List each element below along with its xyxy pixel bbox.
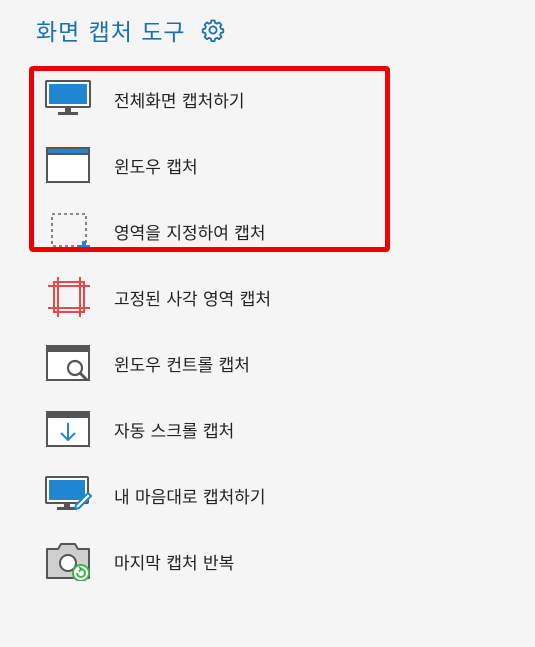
menu-item-fullscreen-capture[interactable]: 전체화면 캡처하기 bbox=[40, 66, 400, 132]
header: 화면 캡처 도구 bbox=[36, 12, 226, 48]
menu-item-window-control-capture[interactable]: 윈도우 컨트롤 캡처 bbox=[40, 330, 400, 396]
gear-icon[interactable] bbox=[200, 17, 226, 43]
menu-item-region-capture[interactable]: 영역을 지정하여 캡처 bbox=[40, 198, 400, 264]
menu-item-label: 영역을 지정하여 캡처 bbox=[114, 224, 266, 244]
capture-menu: 전체화면 캡처하기 윈도우 캡처 영역을 지정하여 캡처 고정된 사각 영역 캡… bbox=[40, 66, 400, 594]
menu-item-repeat-capture[interactable]: 마지막 캡처 반복 bbox=[40, 528, 400, 594]
menu-item-freehand-capture[interactable]: 내 마음대로 캡처하기 bbox=[40, 462, 400, 528]
menu-item-auto-scroll-capture[interactable]: 자동 스크롤 캡처 bbox=[40, 396, 400, 462]
menu-item-fixed-rect-capture[interactable]: 고정된 사각 영역 캡처 bbox=[40, 264, 400, 330]
menu-item-label: 마지막 캡처 반복 bbox=[114, 554, 235, 574]
menu-item-label: 전체화면 캡처하기 bbox=[114, 92, 245, 112]
repeat-capture-icon bbox=[44, 541, 92, 582]
region-select-icon bbox=[44, 211, 92, 253]
window-icon bbox=[44, 145, 92, 185]
menu-item-label: 자동 스크롤 캡처 bbox=[114, 422, 235, 442]
monitor-icon bbox=[44, 79, 92, 119]
menu-item-label: 윈도우 캡처 bbox=[114, 158, 198, 178]
menu-item-label: 고정된 사각 영역 캡처 bbox=[114, 290, 271, 310]
window-control-icon bbox=[44, 343, 92, 383]
page-title: 화면 캡처 도구 bbox=[36, 20, 186, 46]
fixed-rect-icon bbox=[44, 277, 92, 317]
menu-item-window-capture[interactable]: 윈도우 캡처 bbox=[40, 132, 400, 198]
freehand-icon bbox=[44, 475, 92, 515]
auto-scroll-icon bbox=[44, 409, 92, 449]
menu-item-label: 윈도우 컨트롤 캡처 bbox=[114, 356, 250, 376]
menu-item-label: 내 마음대로 캡처하기 bbox=[114, 488, 266, 508]
